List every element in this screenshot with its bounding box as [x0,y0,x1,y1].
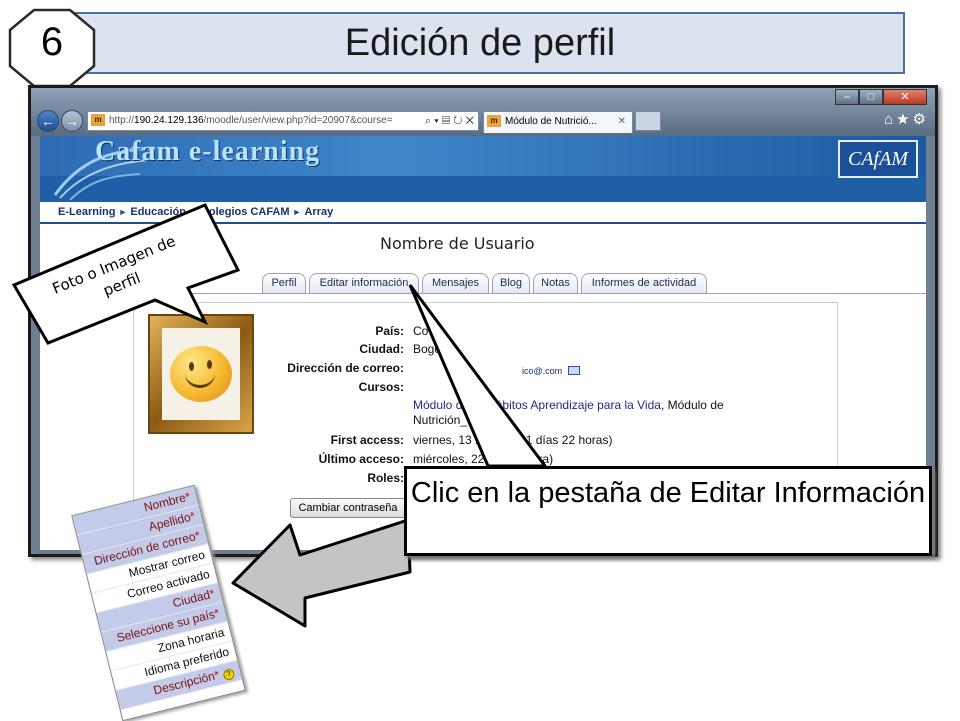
value-pais: Co [413,324,429,338]
tabs-baseline [40,293,926,294]
email-link[interactable]: ico@.com [522,366,562,376]
photo-canvas [162,328,240,420]
help-icon[interactable]: ? [222,667,236,682]
smiley-eye [207,360,212,369]
tab-perfil[interactable]: Perfil [262,273,306,293]
minimize-button[interactable]: – [835,89,859,105]
breadcrumb-item[interactable]: Educación [130,206,186,218]
breadcrumb-arrow-icon: ► [118,207,128,217]
site-favicon-icon: m [91,114,105,127]
change-password-button[interactable]: Cambiar contraseña [290,498,406,518]
slide-title: Edición de perfil [344,22,616,64]
breadcrumb-arrow-icon: ► [292,207,302,217]
address-prefix: http:// [109,115,135,126]
home-icon[interactable]: ⌂ [884,111,896,128]
smiley-face-icon [170,346,232,402]
value-correo: ico@.com [522,363,581,377]
course-link[interactable]: ábitos Aprendizaje para la Vida [496,398,661,412]
tab-label: Módulo de Nutrició... [505,116,597,127]
label-first-access: First access: [330,433,404,447]
address-actions: ⌕ ▾ ▤ ↻ ✕ [424,115,474,127]
label-pais: País: [375,324,404,338]
label-ciudad: Ciudad: [359,342,404,356]
value-cursos-line1: Módulo d ábitos Aprendizaje para la Vida… [413,398,724,412]
address-host: 190.24.129.136 [134,115,204,126]
address-bar[interactable]: m http://190.24.129.136/moodle/user/view.… [87,111,479,131]
tab-mensajes[interactable]: Mensajes [422,273,489,293]
mail-icon[interactable] [568,366,581,376]
value-ultimo-acceso: miércoles, 22 2:20 (ahora) [413,452,554,466]
tab-blog[interactable]: Blog [492,273,530,293]
compat-icon[interactable]: ▤ [442,115,450,127]
breadcrumb-arrow-icon: ► [189,207,198,217]
back-icon[interactable]: ← [37,110,59,132]
tab-notas[interactable]: Notas [533,273,578,293]
breadcrumb: E-Learning ► Educación ► Colegios CAFAM ► Arra… [40,202,926,224]
profile-username: Nombre de Usuario [380,234,535,253]
gear-icon[interactable]: ⚙ [913,111,929,128]
breadcrumb-item[interactable]: Colegios CAFAM [201,206,290,218]
label-roles: Roles: [367,471,404,485]
site-header-band [40,176,926,202]
cafam-logo[interactable]: CAfAM [838,140,918,178]
label-cursos: Cursos: [358,380,404,394]
slide-title-bar: Edición de perfil [55,12,905,74]
value-ciudad: Bogo [413,342,442,356]
tab-close-icon[interactable]: ✕ [618,112,626,132]
new-tab-button[interactable] [635,111,661,131]
maximize-button[interactable]: □ [859,89,883,105]
browser-tab[interactable]: m Módulo de Nutrició... ✕ [483,111,633,133]
label-correo: Dirección de correo: [287,361,404,375]
close-window-button[interactable]: ✕ [883,89,927,105]
window-controls: – □ ✕ [835,89,927,107]
refresh-icon[interactable]: ↻ [453,115,462,127]
label-ultimo-acceso: Último acceso: [318,452,404,466]
site-logo[interactable]: Cafam e-learning [95,136,320,168]
breadcrumb-item: Array [304,206,334,218]
course-link[interactable]: Módulo d [413,398,462,412]
value-first-access: viernes, 13 13:28 (221 días 22 horas) [413,433,613,447]
search-icon[interactable]: ⌕ [425,115,431,127]
address-path: /moodle/user/view.php?id=20907&course= [203,115,393,126]
star-icon[interactable]: ★ [896,111,912,128]
profile-photo [148,314,254,434]
course-separator: , Módulo de [660,398,724,412]
stop-icon[interactable]: ✕ [466,115,474,127]
breadcrumb-item[interactable]: E-Learning [58,206,115,218]
value-cursos-line2[interactable]: Nutrición_ Cafam [413,413,506,427]
main-callout: Clic en la pestaña de Editar Información [404,466,932,556]
step-number: 6 [40,20,64,64]
forward-icon[interactable]: → [61,110,83,132]
smiley-mouth [185,372,215,388]
tab-editar-informacion[interactable]: Editar información [309,273,419,293]
tab-informes-actividad[interactable]: Informes de actividad [581,273,707,293]
tab-favicon-icon: m [487,115,501,128]
browser-tools: ⌂★⚙ [884,110,929,128]
smiley-eye [189,362,194,371]
